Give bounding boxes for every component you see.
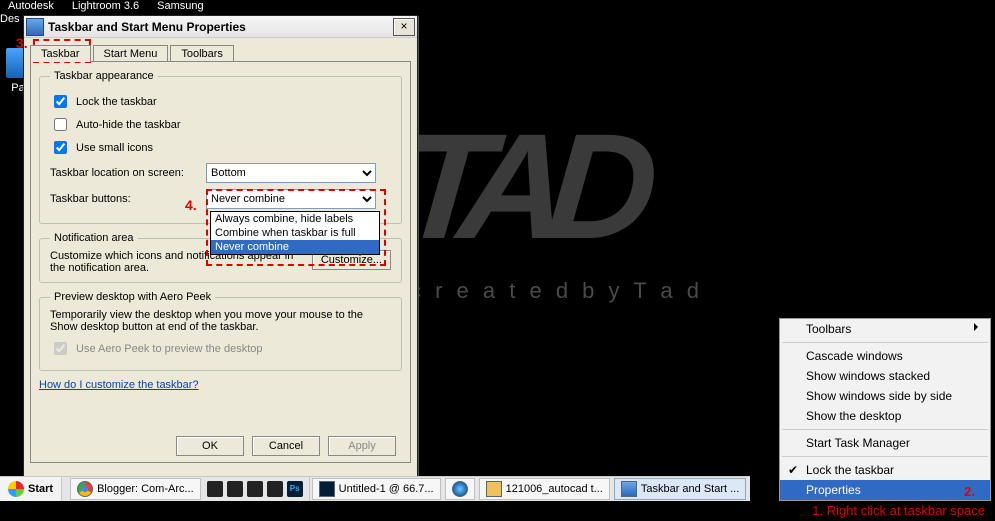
task-button[interactable]: 121006_autocad t...	[479, 478, 610, 500]
quick-launch-icon[interactable]	[247, 481, 263, 497]
task-label: Untitled-1 @ 66.7...	[339, 483, 434, 495]
desktop-shortcut[interactable]: Lightroom 3.6	[72, 0, 139, 12]
watermark-sub: c r e a t e d b y T a d	[410, 278, 820, 304]
aero-peek-group: Preview desktop with Aero Peek Temporari…	[39, 291, 402, 371]
menu-item-label: Properties	[806, 483, 861, 497]
task-button[interactable]: Blogger: Com-Arc...	[70, 478, 201, 500]
task-button[interactable]	[445, 478, 475, 500]
photoshop-icon[interactable]: Ps	[287, 481, 303, 497]
watermark-logo: TAD	[396, 145, 823, 228]
desktop-cropped-label: Des	[0, 13, 20, 25]
windows-logo-icon	[8, 481, 24, 497]
menu-item-lock-taskbar[interactable]: ✔ Lock the taskbar	[780, 460, 990, 480]
menu-item-label: Show windows side by side	[806, 389, 952, 403]
aero-peek-checkbox	[54, 342, 67, 355]
taskbar-location-select[interactable]: Bottom	[206, 163, 376, 183]
buttons-label: Taskbar buttons:	[50, 193, 200, 205]
aero-peek-label: Use Aero Peek to preview the desktop	[76, 343, 263, 355]
taskbar-buttons-dropdown-list[interactable]: Always combine, hide labels Combine when…	[210, 211, 380, 255]
group-legend: Preview desktop with Aero Peek	[50, 291, 215, 303]
dropdown-option-selected[interactable]: Never combine	[211, 240, 379, 254]
dropdown-option[interactable]: Always combine, hide labels	[211, 212, 379, 226]
dialog-button-row: OK Cancel Apply	[176, 436, 396, 456]
menu-item-sidebyside[interactable]: Show windows side by side	[780, 386, 990, 406]
annotation-step2: 2.	[964, 484, 975, 499]
menu-item-label: Cascade windows	[806, 349, 903, 363]
quick-launch-icon[interactable]	[207, 481, 223, 497]
properties-icon	[621, 481, 637, 497]
taskbar-appearance-group: Taskbar appearance Lock the taskbar Auto…	[39, 70, 402, 224]
check-icon: ✔	[788, 463, 798, 477]
quick-launch: Blogger: Com-Arc... Ps	[62, 477, 310, 501]
dialog-title: Taskbar and Start Menu Properties	[48, 20, 393, 34]
watermark: TAD c r e a t e d b y T a d	[400, 145, 820, 304]
tab-page: Taskbar appearance Lock the taskbar Auto…	[30, 61, 411, 463]
taskbar[interactable]: Start Blogger: Com-Arc... Ps Untitled-1 …	[0, 476, 750, 501]
menu-item-label: Show windows stacked	[806, 369, 930, 383]
autohide-checkbox[interactable]	[54, 118, 67, 131]
menu-item-task-manager[interactable]: Start Task Manager	[780, 433, 990, 453]
help-link[interactable]: How do I customize the taskbar?	[39, 379, 199, 391]
task-button[interactable]: Untitled-1 @ 66.7...	[312, 478, 441, 500]
menu-item-label: Toolbars	[806, 322, 851, 336]
menu-item-show-desktop[interactable]: Show the desktop	[780, 406, 990, 426]
annotation-step1: 1. Right click at taskbar space	[812, 503, 985, 518]
group-legend: Taskbar appearance	[50, 70, 158, 82]
start-button[interactable]: Start	[0, 477, 62, 501]
menu-separator	[782, 456, 988, 457]
desktop-shortcut[interactable]: Autodesk	[8, 0, 54, 12]
tab-start-menu[interactable]: Start Menu	[93, 45, 169, 62]
folder-icon	[486, 481, 502, 497]
menu-separator	[782, 342, 988, 343]
ok-button[interactable]: OK	[176, 436, 244, 456]
taskbar-buttons-select[interactable]: Never combine	[206, 189, 376, 209]
quick-launch-icon[interactable]	[267, 481, 283, 497]
tabs: Taskbar Start Menu Toolbars	[30, 44, 411, 61]
menu-item-label: Lock the taskbar	[806, 463, 894, 477]
desktop-shortcut[interactable]: Samsung	[157, 0, 203, 12]
menu-item-label: Start Task Manager	[806, 436, 910, 450]
task-label: 121006_autocad t...	[506, 483, 603, 495]
desktop-shortcut-row: Autodesk Lightroom 3.6 Samsung	[8, 0, 204, 12]
menu-item-label: Show the desktop	[806, 409, 901, 423]
system-icon	[26, 18, 44, 36]
tab-toolbars[interactable]: Toolbars	[170, 45, 234, 62]
close-button[interactable]: ×	[393, 18, 415, 36]
quick-launch-icon[interactable]	[227, 481, 243, 497]
lock-taskbar-checkbox[interactable]	[54, 95, 67, 108]
dropdown-option[interactable]: Combine when taskbar is full	[211, 226, 379, 240]
itunes-icon	[452, 481, 468, 497]
start-label: Start	[28, 483, 53, 495]
autohide-label: Auto-hide the taskbar	[76, 119, 181, 131]
task-button-active[interactable]: Taskbar and Start ...	[614, 478, 746, 500]
tab-taskbar[interactable]: Taskbar	[30, 45, 91, 62]
location-label: Taskbar location on screen:	[50, 167, 200, 179]
taskbar-context-menu: Toolbars Cascade windows Show windows st…	[779, 318, 991, 501]
menu-item-toolbars[interactable]: Toolbars	[780, 319, 990, 339]
task-label: Blogger: Com-Arc...	[97, 483, 194, 495]
small-icons-checkbox[interactable]	[54, 141, 67, 154]
small-icons-label: Use small icons	[76, 142, 153, 154]
menu-item-properties[interactable]: Properties	[780, 480, 990, 500]
menu-separator	[782, 429, 988, 430]
task-label: Taskbar and Start ...	[641, 483, 739, 495]
cancel-button[interactable]: Cancel	[252, 436, 320, 456]
chrome-icon	[77, 481, 93, 497]
apply-button: Apply	[328, 436, 396, 456]
peek-text: Temporarily view the desktop when you mo…	[50, 309, 391, 333]
group-legend: Notification area	[50, 232, 138, 244]
lock-taskbar-label: Lock the taskbar	[76, 96, 157, 108]
ps-icon	[319, 481, 335, 497]
dialog-titlebar[interactable]: Taskbar and Start Menu Properties ×	[24, 16, 417, 38]
submenu-arrow-icon	[974, 323, 982, 331]
menu-item-cascade[interactable]: Cascade windows	[780, 346, 990, 366]
menu-item-stacked[interactable]: Show windows stacked	[780, 366, 990, 386]
